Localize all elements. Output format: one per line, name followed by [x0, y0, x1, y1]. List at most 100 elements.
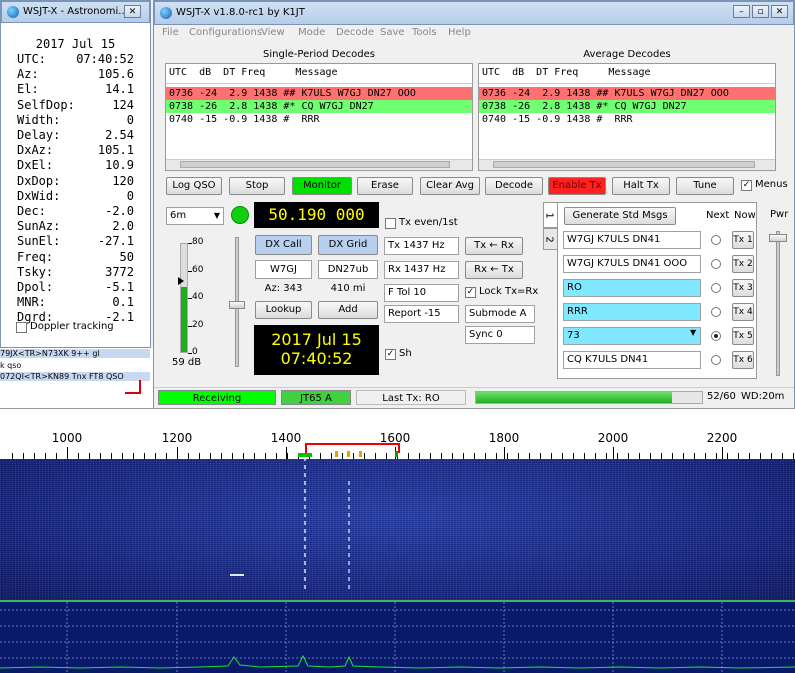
menus-label: Menus	[755, 179, 788, 190]
astro-row-value: 0.1	[112, 295, 134, 310]
tx-message-input[interactable]: RRR	[563, 303, 701, 321]
ftol-spinbox[interactable]: F Tol 10	[384, 284, 459, 302]
tab-1[interactable]: 1	[543, 202, 558, 228]
chevron-down-icon[interactable]: ▼	[690, 328, 696, 337]
tx-next-radio[interactable]	[711, 355, 721, 365]
signal-trace-2	[348, 477, 350, 589]
astro-row-value: 0	[126, 112, 134, 127]
decode-row[interactable]: 0738 -26 2.8 1438 #* CQ W7GJ DN27	[479, 100, 775, 113]
tx-next-radio[interactable]	[711, 259, 721, 269]
astro-row-value: 50	[119, 249, 134, 264]
menu-item-save[interactable]: Save	[380, 27, 405, 38]
tx-marker-bracket[interactable]	[305, 443, 400, 453]
decode-row[interactable]: 0740 -15 -0.9 1438 # RRR	[479, 113, 775, 126]
average-decodes-pane[interactable]: UTC dB DT Freq Message 0736 -24 2.9 1438…	[478, 63, 776, 171]
menus-checkbox[interactable]: ✓	[741, 180, 752, 191]
dx-call-button[interactable]: DX Call	[255, 235, 312, 255]
signal-meter: 80 60 40 20 0 59 dB	[166, 237, 216, 371]
single-decodes-pane[interactable]: UTC dB DT Freq Message 0736 -24 2.9 1438…	[165, 63, 473, 171]
astro-row: DxDop: 120	[1, 174, 150, 189]
dx-call-input[interactable]: W7GJ	[255, 260, 312, 279]
rx-level-handle[interactable]	[229, 301, 245, 309]
menu-item-tools[interactable]: Tools	[412, 27, 437, 38]
tx-message-input[interactable]: 73	[563, 327, 701, 345]
single-scrollbar[interactable]	[166, 159, 472, 170]
tx-now-button[interactable]: Tx 3	[732, 279, 754, 297]
dx-grid-input[interactable]: DN27ub	[318, 260, 378, 279]
doppler-tracking-checkbox[interactable]	[16, 322, 27, 333]
tx-freq-spinbox[interactable]: Tx 1437 Hz	[384, 237, 459, 255]
astro-titlebar[interactable]: WSJT-X - Astronomi... ✕	[1, 1, 150, 23]
tx-now-button[interactable]: Tx 1	[732, 231, 754, 249]
enable-tx-button[interactable]: Enable Tx	[548, 177, 606, 195]
rx-marker[interactable]	[298, 453, 312, 457]
tx-message-input[interactable]: CQ K7ULS DN41	[563, 351, 701, 369]
tx-now-button[interactable]: Tx 4	[732, 303, 754, 321]
tx-next-radio[interactable]	[711, 307, 721, 317]
halt-tx-button[interactable]: Halt Tx	[612, 177, 670, 195]
tx-now-button[interactable]: Tx 6	[732, 351, 754, 369]
tx-now-button[interactable]: Tx 5	[732, 327, 754, 345]
tx-from-rx-button[interactable]: Tx ← Rx	[465, 237, 523, 255]
stop-button[interactable]: Stop	[229, 177, 285, 195]
signal-trace-1	[304, 459, 306, 589]
close-icon[interactable]: ✕	[771, 5, 788, 18]
menu-item-mode[interactable]: Mode	[298, 27, 325, 38]
decode-row[interactable]: 0736 -24 2.9 1438 ## K7ULS W7GJ DN27 OOO	[479, 87, 775, 100]
erase-button[interactable]: Erase	[357, 177, 413, 195]
main-titlebar[interactable]: WSJT-X v1.8.0-rc1 by K1JT – ▫ ✕	[154, 1, 794, 25]
tx-next-radio[interactable]	[711, 235, 721, 245]
frequency-display[interactable]: 50.190 000	[254, 202, 379, 228]
tab-2[interactable]: 2	[543, 228, 558, 250]
waterfall-display[interactable]	[0, 459, 795, 601]
avg-scrollbar[interactable]	[479, 159, 775, 170]
tune-button[interactable]: Tune	[676, 177, 734, 195]
ruler-tick-label: 1400	[270, 431, 302, 445]
lookup-button[interactable]: Lookup	[255, 301, 312, 319]
monitor-button[interactable]: Monitor	[292, 177, 352, 195]
single-scroll-thumb[interactable]	[180, 161, 450, 168]
sync-spinbox[interactable]: Sync 0	[465, 326, 535, 344]
band-select[interactable]: 6m ▼	[166, 207, 224, 225]
menu-item-decode[interactable]: Decode	[336, 27, 374, 38]
clear-avg-button[interactable]: Clear Avg	[420, 177, 480, 195]
astro-date: 2017 Jul 15	[35, 37, 116, 51]
tx-message-input[interactable]: W7GJ K7ULS DN41	[563, 231, 701, 249]
tx-now-button[interactable]: Tx 2	[732, 255, 754, 273]
tx-message-input[interactable]: RO	[563, 279, 701, 297]
rx-from-tx-button[interactable]: Rx ← Tx	[465, 261, 523, 279]
tx-next-radio[interactable]	[711, 283, 721, 293]
ruler-major-tick	[722, 447, 723, 459]
decode-button[interactable]: Decode	[485, 177, 543, 195]
meter-tick-mark	[188, 298, 192, 299]
decode-row[interactable]: 0740 -15 -0.9 1438 # RRR	[166, 113, 472, 126]
underlay-line-2: k qso	[0, 361, 22, 370]
meter-tick-label: 40	[192, 292, 204, 302]
log-qso-button[interactable]: Log QSO	[166, 177, 222, 195]
tx-even-checkbox[interactable]	[385, 218, 396, 229]
submode-select[interactable]: Submode A	[465, 305, 535, 323]
pwr-slider[interactable]	[776, 231, 780, 376]
decode-row[interactable]: 0738 -26 2.8 1438 #* CQ W7GJ DN27	[166, 100, 472, 113]
tx-next-radio[interactable]	[711, 331, 721, 341]
now-label: Now	[734, 210, 756, 221]
pwr-handle[interactable]	[769, 234, 787, 242]
dx-grid-button[interactable]: DX Grid	[318, 235, 378, 255]
lock-txrx-checkbox[interactable]: ✓	[465, 287, 476, 298]
generate-std-msgs-button[interactable]: Generate Std Msgs	[564, 207, 676, 225]
avg-scroll-thumb[interactable]	[493, 161, 755, 168]
menu-item-file[interactable]: File	[162, 27, 179, 38]
menu-item-help[interactable]: Help	[448, 27, 471, 38]
add-button[interactable]: Add	[318, 301, 378, 319]
maximize-icon[interactable]: ▫	[752, 5, 769, 18]
report-spinbox[interactable]: Report -15	[384, 305, 459, 323]
menu-item-configurations[interactable]: Configurations	[189, 27, 262, 38]
rx-freq-spinbox[interactable]: Rx 1437 Hz	[384, 261, 459, 279]
minimize-icon[interactable]: –	[733, 5, 750, 18]
close-icon[interactable]: ✕	[124, 5, 141, 18]
astro-row: MNR: 0.1	[1, 295, 150, 310]
sh-checkbox[interactable]: ✓	[385, 349, 396, 360]
menu-item-view[interactable]: View	[261, 27, 285, 38]
tx-message-input[interactable]: W7GJ K7ULS DN41 OOO	[563, 255, 701, 273]
decode-row[interactable]: 0736 -24 2.9 1438 ## K7ULS W7GJ DN27 OOO	[166, 87, 472, 100]
